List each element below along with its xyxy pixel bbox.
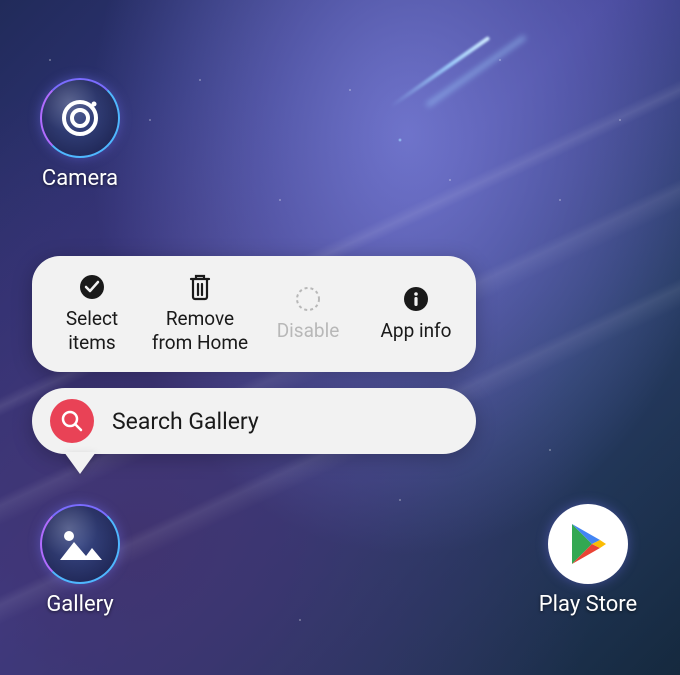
menu-label: Removefrom Home bbox=[152, 307, 248, 355]
app-label: Camera bbox=[20, 166, 140, 191]
menu-select-items[interactable]: Selectitems bbox=[38, 269, 146, 359]
app-label: Gallery bbox=[20, 592, 140, 617]
play-store-icon bbox=[548, 504, 628, 584]
menu-label: App info bbox=[381, 319, 452, 343]
menu-app-info[interactable]: App info bbox=[362, 281, 470, 347]
menu-label: Selectitems bbox=[66, 307, 118, 355]
dashed-circle-icon bbox=[294, 285, 322, 313]
home-screen: Camera M ges Selectitems Removefrom Home… bbox=[0, 0, 680, 675]
shortcut-search-gallery[interactable]: Search Gallery bbox=[32, 388, 476, 454]
gallery-icon bbox=[40, 504, 120, 584]
app-label: Play Store bbox=[528, 592, 648, 617]
search-icon bbox=[50, 399, 94, 443]
app-context-menu: Selectitems Removefrom Home Disable App … bbox=[32, 256, 476, 372]
app-icon-camera[interactable]: Camera bbox=[20, 78, 140, 191]
shortcut-label: Search Gallery bbox=[112, 408, 259, 435]
trash-icon bbox=[186, 273, 214, 301]
menu-disable: Disable bbox=[254, 281, 362, 347]
menu-remove-from-home[interactable]: Removefrom Home bbox=[146, 269, 254, 359]
info-icon bbox=[402, 285, 430, 313]
menu-label: Disable bbox=[277, 319, 340, 343]
app-icon-gallery[interactable]: Gallery bbox=[20, 504, 140, 617]
app-icon-playstore[interactable]: Play Store bbox=[528, 504, 648, 617]
camera-icon bbox=[40, 78, 120, 158]
shortcut-tail bbox=[64, 452, 96, 474]
check-circle-icon bbox=[78, 273, 106, 301]
